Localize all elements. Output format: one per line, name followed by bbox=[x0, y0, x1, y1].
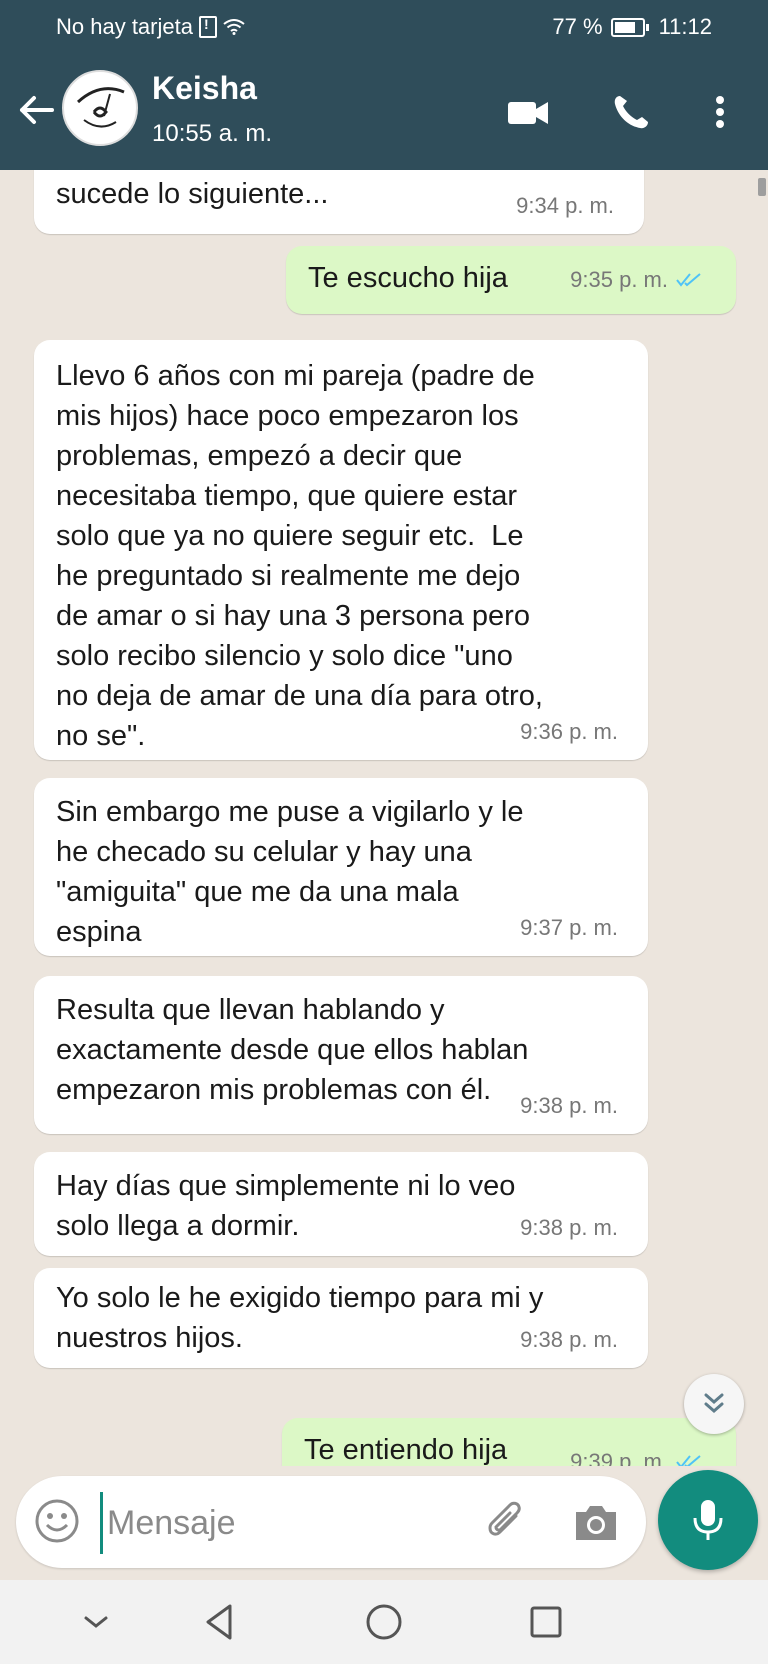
attachment-icon[interactable] bbox=[482, 1498, 530, 1546]
message-time: 9:38 p. m. bbox=[520, 1086, 618, 1126]
read-ticks-icon bbox=[676, 1455, 701, 1466]
contact-last-seen: 10:55 a. m. bbox=[152, 120, 273, 147]
clock: 11:12 bbox=[658, 14, 712, 39]
status-right: 77 % 11:12 bbox=[552, 14, 712, 40]
message-timestamp: 9:38 p. m. bbox=[520, 1093, 618, 1118]
chevron-down-icon[interactable] bbox=[72, 1598, 120, 1646]
message-incoming[interactable]: Llevo 6 años con mi pareja (padre de mis… bbox=[34, 340, 648, 760]
voice-record-button[interactable] bbox=[658, 1470, 758, 1570]
message-text: Llevo 6 años con mi pareja (padre de mis… bbox=[56, 360, 543, 752]
contact-name[interactable]: Keisha bbox=[152, 70, 257, 107]
status-left: No hay tarjeta bbox=[56, 14, 245, 40]
chat-header: Keisha 10:55 a. m. bbox=[0, 52, 768, 170]
nav-back-icon[interactable] bbox=[196, 1598, 244, 1646]
phone-icon[interactable] bbox=[610, 92, 654, 132]
double-chevron-down-icon bbox=[704, 1393, 724, 1413]
microphone-icon bbox=[693, 1500, 723, 1540]
video-call-icon[interactable] bbox=[506, 92, 550, 132]
wifi-icon bbox=[223, 19, 245, 35]
message-timestamp: 9:36 p. m. bbox=[520, 719, 618, 744]
more-vert-icon[interactable] bbox=[700, 92, 740, 132]
message-incoming[interactable]: Yo solo le he exigido tiempo para mi y n… bbox=[34, 1268, 648, 1368]
message-time: 9:37 p. m. bbox=[520, 908, 618, 948]
avatar[interactable] bbox=[62, 70, 138, 146]
emoji-icon[interactable] bbox=[34, 1498, 80, 1544]
message-timestamp: 9:38 p. m. bbox=[520, 1327, 618, 1352]
battery-percent: 77 % bbox=[552, 14, 603, 39]
nav-home-icon[interactable] bbox=[360, 1598, 408, 1646]
camera-icon[interactable] bbox=[572, 1500, 620, 1544]
message-timestamp: 9:34 p. m. bbox=[516, 193, 614, 218]
message-incoming[interactable]: Resulta que llevan hablando y exactament… bbox=[34, 976, 648, 1134]
message-time: 9:38 p. m. bbox=[520, 1320, 618, 1360]
nav-recents-icon[interactable] bbox=[522, 1598, 570, 1646]
message-outgoing[interactable]: Te entiendo hija 9:39 p. m. bbox=[282, 1418, 736, 1466]
message-outgoing[interactable]: Te escucho hija 9:35 p. m. bbox=[286, 246, 736, 314]
message-timestamp: 9:35 p. m. bbox=[570, 267, 668, 292]
message-time: 9:38 p. m. bbox=[520, 1208, 618, 1248]
message-incoming[interactable]: Sin embargo me puse a vigilarlo y le he … bbox=[34, 778, 648, 956]
message-timestamp: 9:39 p. m. bbox=[570, 1449, 668, 1466]
system-nav-bar bbox=[0, 1580, 768, 1664]
message-composer bbox=[16, 1476, 646, 1568]
status-bar: No hay tarjeta 77 % 11:12 bbox=[0, 0, 768, 52]
message-time: 9:35 p. m. bbox=[570, 260, 702, 300]
message-time: 9:36 p. m. bbox=[520, 712, 618, 752]
chat-area[interactable]: sucede lo siguiente... 9:34 p. m. Te esc… bbox=[0, 170, 768, 1466]
message-timestamp: 9:37 p. m. bbox=[520, 915, 618, 940]
avatar-drawing-icon bbox=[66, 74, 134, 142]
read-ticks-icon bbox=[676, 273, 701, 287]
carrier-label: No hay tarjeta bbox=[56, 14, 193, 39]
battery-icon bbox=[610, 17, 649, 37]
scroll-to-bottom-button[interactable] bbox=[684, 1374, 744, 1434]
message-incoming[interactable]: sucede lo siguiente... 9:34 p. m. bbox=[34, 170, 644, 234]
scrollbar[interactable] bbox=[758, 178, 766, 196]
message-input[interactable] bbox=[100, 1492, 489, 1554]
message-time: 9:34 p. m. bbox=[516, 186, 614, 226]
message-timestamp: 9:38 p. m. bbox=[520, 1215, 618, 1240]
sim-warning-icon bbox=[198, 16, 217, 38]
back-arrow-icon[interactable] bbox=[12, 86, 60, 134]
message-incoming[interactable]: Hay días que simplemente ni lo veo solo … bbox=[34, 1152, 648, 1256]
message-time: 9:39 p. m. bbox=[570, 1442, 702, 1466]
